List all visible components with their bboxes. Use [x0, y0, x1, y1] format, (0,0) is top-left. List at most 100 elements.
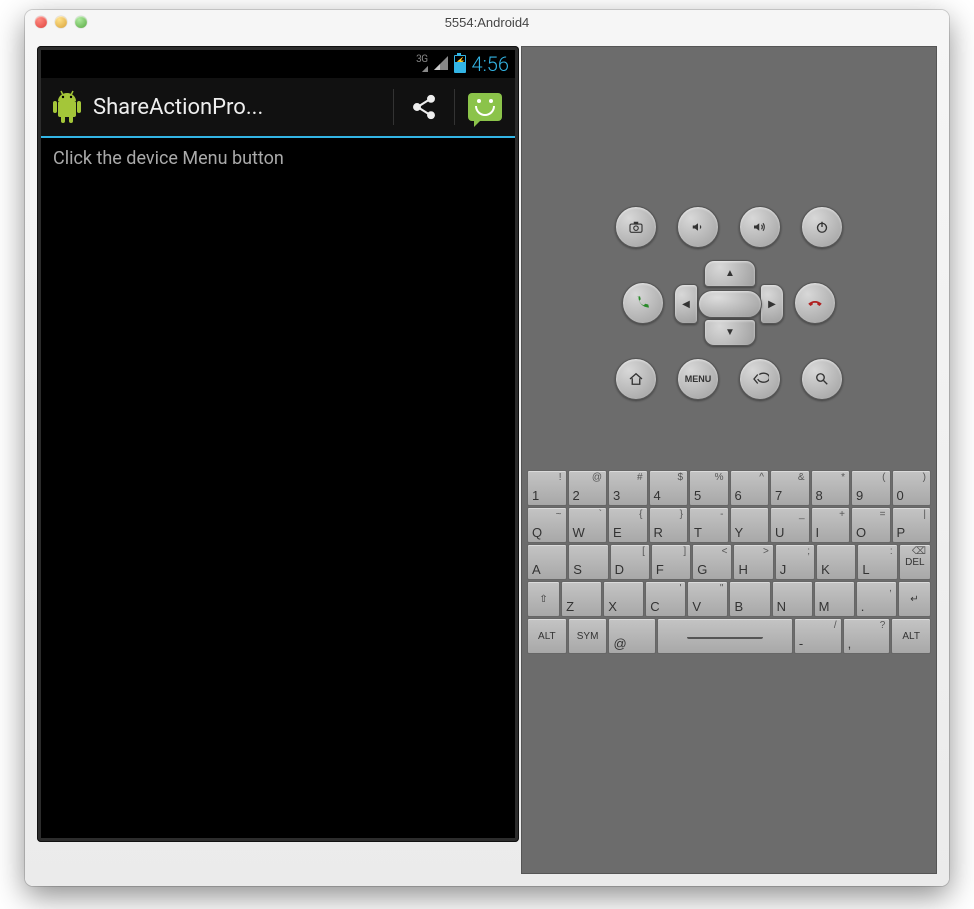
key-p[interactable]: P|	[892, 507, 932, 543]
key-b[interactable]: B	[729, 581, 770, 617]
key-main-label: W	[573, 525, 585, 540]
key-s[interactable]: S	[568, 544, 608, 580]
key-6[interactable]: 6^	[730, 470, 770, 506]
key-u[interactable]: U_	[770, 507, 810, 543]
emulator-side-panel: ▲ ▼ ◀ ▶ MENU	[521, 46, 937, 874]
key-w[interactable]: W`	[568, 507, 608, 543]
key-j[interactable]: J;	[775, 544, 815, 580]
search-icon	[813, 370, 831, 388]
key-z[interactable]: Z	[561, 581, 602, 617]
dpad-left-button[interactable]: ◀	[674, 284, 698, 324]
key-0[interactable]: 0)	[892, 470, 932, 506]
dpad-right-button[interactable]: ▶	[760, 284, 784, 324]
key-alt-label: {	[639, 509, 642, 520]
key-2[interactable]: 2@	[568, 470, 608, 506]
keyboard-row: 1!2@3#4$5%6^7&8*9(0)	[527, 470, 931, 506]
key-alt-label: }	[680, 509, 683, 520]
key-x[interactable]: X	[603, 581, 644, 617]
key-7[interactable]: 7&	[770, 470, 810, 506]
hardware-controls: ▲ ▼ ◀ ▶ MENU	[615, 206, 843, 400]
key-,[interactable]: ,?	[843, 618, 891, 654]
key-alt-label: $	[677, 472, 683, 483]
key-l[interactable]: L:	[857, 544, 897, 580]
key-alt[interactable]: ALT	[891, 618, 931, 654]
device-screen[interactable]: 3G ◢ ⚡ 4:56	[41, 50, 515, 838]
app-title: ShareActionPro...	[93, 95, 393, 120]
key-r[interactable]: R}	[649, 507, 689, 543]
end-call-button[interactable]	[794, 282, 836, 324]
key-.[interactable]: .,	[856, 581, 897, 617]
keyboard-row: A SD[F]G<H>J;KL:DEL⌫	[527, 544, 931, 580]
key-4[interactable]: 4$	[649, 470, 689, 506]
volume-up-button[interactable]	[739, 206, 781, 248]
key-↵[interactable]: ↵	[898, 581, 931, 617]
status-clock: 4:56	[472, 52, 509, 76]
device-frame: 3G ◢ ⚡ 4:56	[37, 46, 519, 842]
key-alt-label: @	[592, 472, 602, 483]
menu-button[interactable]: MENU	[677, 358, 719, 400]
key-d[interactable]: D[	[610, 544, 650, 580]
key-main-label: F	[656, 562, 664, 577]
key-main-label: SYM	[577, 631, 599, 642]
key-alt-label: /	[834, 620, 837, 631]
key-space[interactable]	[657, 618, 793, 654]
key-q[interactable]: Q~	[527, 507, 567, 543]
key-k[interactable]: K	[816, 544, 856, 580]
key-main-label: E	[613, 525, 622, 540]
key-8[interactable]: 8*	[811, 470, 851, 506]
key-o[interactable]: O=	[851, 507, 891, 543]
key-main-label: .	[861, 599, 865, 614]
key-c[interactable]: C'	[645, 581, 686, 617]
search-button[interactable]	[801, 358, 843, 400]
key-alt-label: '	[679, 583, 681, 594]
key-alt-label: &	[798, 472, 805, 483]
camera-button[interactable]	[615, 206, 657, 248]
key-g[interactable]: G<	[692, 544, 732, 580]
key-alt[interactable]: ALT	[527, 618, 567, 654]
key-a[interactable]: A	[527, 544, 567, 580]
dpad-center-button[interactable]	[698, 290, 762, 318]
key-alt-label: <	[722, 546, 728, 557]
key-f[interactable]: F]	[651, 544, 691, 580]
key-sym[interactable]: SYM	[568, 618, 608, 654]
messaging-app-button[interactable]	[455, 78, 515, 136]
key-9[interactable]: 9(	[851, 470, 891, 506]
key-h[interactable]: H>	[733, 544, 773, 580]
key-@[interactable]: @	[608, 618, 656, 654]
key-i[interactable]: I+	[811, 507, 851, 543]
key-⇧[interactable]: ⇧	[527, 581, 560, 617]
key-v[interactable]: V"	[687, 581, 728, 617]
body-instruction-text: Click the device Menu button	[41, 138, 515, 179]
key-y[interactable]: Y	[730, 507, 770, 543]
key-t[interactable]: T-	[689, 507, 729, 543]
key-3[interactable]: 3#	[608, 470, 648, 506]
key-main-label: B	[734, 599, 743, 614]
window-title: 5554:Android4	[25, 15, 949, 30]
key-m[interactable]: M	[814, 581, 855, 617]
key-main-label: 6	[735, 488, 742, 503]
key-n[interactable]: N	[772, 581, 813, 617]
key-main-label: C	[650, 599, 659, 614]
dpad-down-button[interactable]: ▼	[704, 319, 756, 346]
key--[interactable]: -/	[794, 618, 842, 654]
call-button[interactable]	[622, 282, 664, 324]
key-1[interactable]: 1!	[527, 470, 567, 506]
key-alt-label: `	[599, 509, 602, 520]
key-main-label: ,	[848, 636, 852, 651]
key-del[interactable]: DEL⌫	[899, 544, 931, 580]
key-main-label: 1	[532, 488, 539, 503]
volume-down-button[interactable]	[677, 206, 719, 248]
dpad-up-button[interactable]: ▲	[704, 260, 756, 287]
key-main-label: 0	[897, 488, 904, 503]
key-main-label: A	[532, 562, 541, 577]
key-e[interactable]: E{	[608, 507, 648, 543]
key-main-label: P	[897, 525, 906, 540]
power-button[interactable]	[801, 206, 843, 248]
volume-up-icon	[751, 218, 769, 236]
share-button[interactable]	[394, 78, 454, 136]
key-main-label: -	[799, 636, 803, 651]
back-button[interactable]	[739, 358, 781, 400]
home-button[interactable]	[615, 358, 657, 400]
key-alt-label: !	[559, 472, 562, 483]
key-5[interactable]: 5%	[689, 470, 729, 506]
